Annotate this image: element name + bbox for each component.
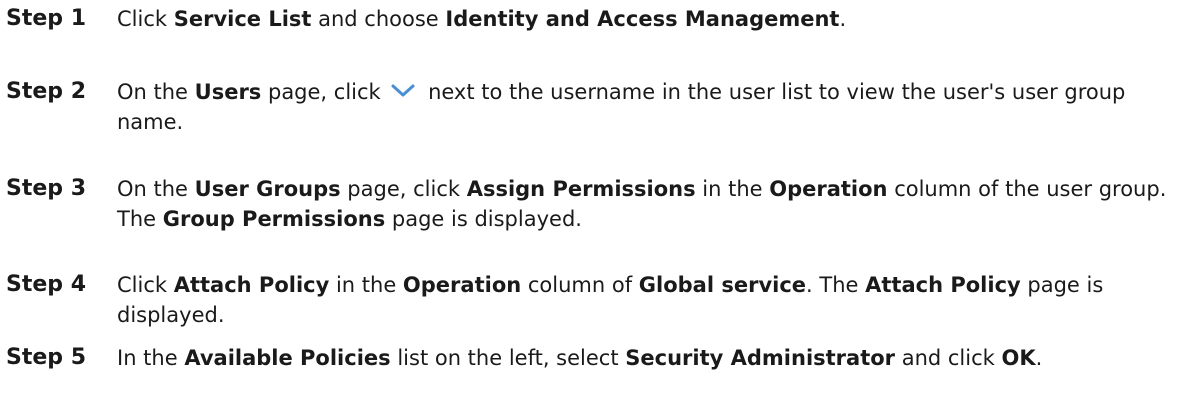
step-text-run: . [1035, 346, 1043, 370]
step-text-run: . [839, 7, 847, 31]
ui-term: Operation [402, 273, 522, 297]
ui-term: Attach Policy [865, 273, 1021, 297]
step-text-run: Click [117, 273, 174, 297]
procedure-steps: Step 1 Click Service List and choose Ide… [0, 0, 1182, 412]
ui-term: Group Permissions [162, 207, 386, 231]
ui-term: Service List [173, 7, 312, 31]
step-label: Step 1 [6, 6, 86, 31]
step-text-run: list on the left, select [390, 346, 626, 370]
step-text-run: column of [521, 273, 639, 297]
step-text-run: page is displayed. [385, 207, 582, 231]
ui-term: User Groups [194, 177, 341, 201]
step-text: In the Available Policies list on the le… [117, 343, 1179, 373]
step-text: On the Users page, click next to the use… [117, 77, 1179, 137]
step-text: Click Attach Policy in the Operation col… [117, 270, 1179, 330]
step-text-run: and choose [311, 7, 446, 31]
step-label: Step 2 [6, 79, 86, 104]
step-label: Step 4 [6, 272, 86, 297]
ui-term: Operation [769, 177, 888, 201]
ui-term: Available Policies [184, 346, 391, 370]
ui-term: OK [1001, 346, 1036, 370]
step-text-run: In the [117, 346, 185, 370]
step-label: Step 5 [6, 345, 86, 370]
step-text-run: Click [117, 7, 174, 31]
ui-term: Identity and Access Management [445, 7, 840, 31]
step-text-run: in the [695, 177, 770, 201]
step-label: Step 3 [6, 176, 86, 201]
step-text: Click Service List and choose Identity a… [117, 4, 1179, 34]
ui-term: Security Administrator [625, 346, 896, 370]
step-text-run: On the [117, 177, 195, 201]
ui-term: Users [194, 80, 262, 104]
ui-term: Attach Policy [173, 273, 330, 297]
step-text-run: On the [117, 80, 195, 104]
step-text-run: page, click [261, 80, 388, 104]
step-text-run: and click [895, 346, 1002, 370]
step-text-run: . The [806, 273, 866, 297]
step-text-run: page, click [340, 177, 467, 201]
step-text: On the User Groups page, click Assign Pe… [117, 174, 1179, 234]
chevron-down-icon [389, 80, 417, 102]
step-text-run: in the [329, 273, 403, 297]
ui-term: Assign Permissions [466, 177, 696, 201]
ui-term: Global service [638, 273, 807, 297]
